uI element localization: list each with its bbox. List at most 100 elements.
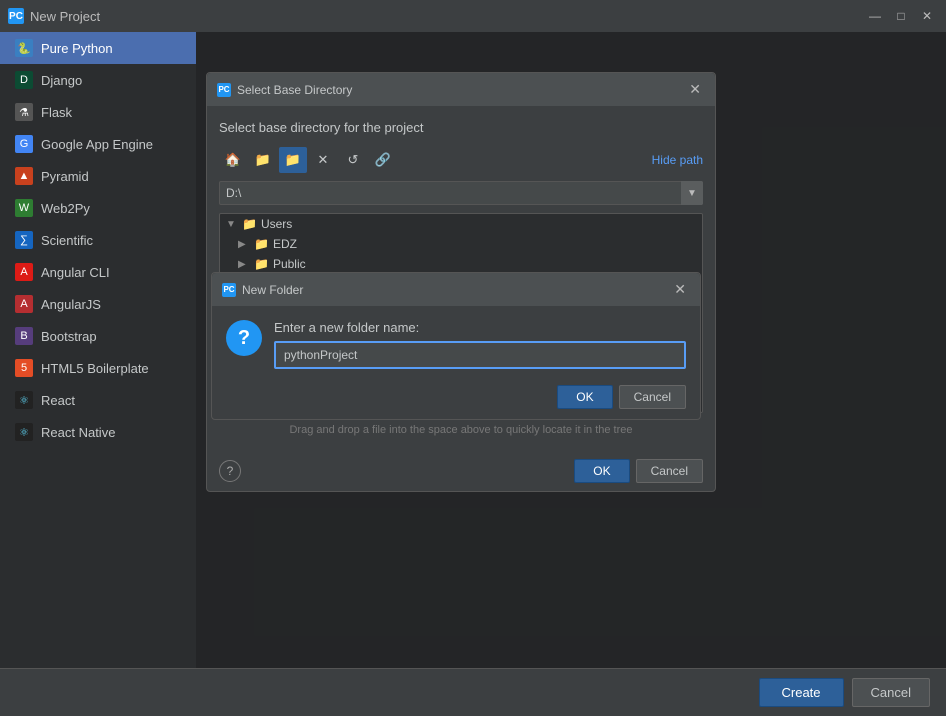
- maximize-button[interactable]: □: [890, 5, 912, 27]
- sidebar-item-scientific[interactable]: ∑ Scientific: [0, 224, 196, 256]
- new-folder-body: ? Enter a new folder name:: [212, 306, 700, 379]
- tree-arrow-users: ▼: [226, 219, 238, 230]
- sidebar-item-pure-python[interactable]: 🐍 Pure Python: [0, 32, 196, 64]
- dialog-select-base-subtitle: Select base directory for the project: [219, 118, 703, 139]
- new-folder-input[interactable]: [274, 341, 686, 369]
- window-title: New Project: [30, 9, 100, 24]
- bootstrap-icon: B: [15, 327, 33, 345]
- new-folder-content: ? Enter a new folder name:: [226, 320, 686, 369]
- sidebar-label-flask: Flask: [41, 105, 72, 120]
- path-input[interactable]: [219, 181, 703, 205]
- dialog-title-left: PC Select Base Directory: [217, 83, 352, 97]
- dialog-toolbar: 🏠 📁 📁 ✕ ↺ 🔗 Hide path: [219, 147, 703, 173]
- dialog-select-base-title: Select Base Directory: [237, 83, 352, 97]
- tree-arrow-edz: ▶: [238, 239, 250, 250]
- main-panel: PC Select Base Directory ✕ Select base d…: [196, 32, 946, 668]
- new-folder-toolbar-button[interactable]: 📁: [279, 147, 307, 173]
- new-folder-footer: OK Cancel: [212, 379, 700, 419]
- bottom-bar: Create Cancel: [0, 668, 946, 716]
- create-button[interactable]: Create: [759, 678, 844, 707]
- new-folder-title-left: PC New Folder: [222, 283, 303, 297]
- gae-icon: G: [15, 135, 33, 153]
- web2py-icon: W: [15, 199, 33, 217]
- tree-label-users: Users: [261, 217, 292, 231]
- angularjs-icon: A: [15, 295, 33, 313]
- title-bar-controls: — □ ✕: [864, 5, 938, 27]
- dialog-ok-button[interactable]: OK: [574, 459, 629, 483]
- tree-item-public[interactable]: ▶ 📁 Public: [220, 254, 702, 274]
- sidebar-item-django[interactable]: D Django: [0, 64, 196, 96]
- dialog-action-buttons: OK Cancel: [574, 459, 703, 483]
- path-row: ▼: [219, 181, 703, 205]
- tree-item-edz[interactable]: ▶ 📁 EDZ: [220, 234, 702, 254]
- main-window: PC New Project — □ ✕ 🐍 Pure Python D Dja…: [0, 0, 946, 716]
- sidebar-item-google-app-engine[interactable]: G Google App Engine: [0, 128, 196, 160]
- tree-arrow-public: ▶: [238, 259, 250, 270]
- path-dropdown-button[interactable]: ▼: [681, 181, 703, 205]
- sidebar-item-web2py[interactable]: W Web2Py: [0, 192, 196, 224]
- folder-icon-users: 📁: [242, 217, 257, 231]
- sidebar-item-angularjs[interactable]: A AngularJS: [0, 288, 196, 320]
- dialog-select-base-footer: ? OK Cancel: [207, 451, 715, 491]
- new-folder-ok-button[interactable]: OK: [557, 385, 612, 409]
- minimize-button[interactable]: —: [864, 5, 886, 27]
- tree-label-public: Public: [273, 257, 306, 271]
- dialog-select-base-close[interactable]: ✕: [685, 79, 705, 100]
- sidebar-label-web2py: Web2Py: [41, 201, 90, 216]
- sidebar-item-pyramid[interactable]: ▲ Pyramid: [0, 160, 196, 192]
- delete-button[interactable]: ✕: [309, 147, 337, 173]
- refresh-button[interactable]: ↺: [339, 147, 367, 173]
- close-button[interactable]: ✕: [916, 5, 938, 27]
- flask-icon: ⚗: [15, 103, 33, 121]
- django-icon: D: [15, 71, 33, 89]
- new-folder-titlebar: PC New Folder ✕: [212, 273, 700, 306]
- question-icon: ?: [226, 320, 262, 356]
- new-folder-right: Enter a new folder name:: [274, 320, 686, 369]
- react-icon: ⚛: [15, 391, 33, 409]
- help-button[interactable]: ?: [219, 460, 241, 482]
- home-button[interactable]: 🏠: [219, 147, 247, 173]
- main-cancel-button[interactable]: Cancel: [852, 678, 930, 707]
- link-button[interactable]: 🔗: [369, 147, 397, 173]
- python-icon: 🐍: [15, 39, 33, 57]
- drag-hint: Drag and drop a file into the space abov…: [219, 421, 703, 439]
- sidebar-label-django: Django: [41, 73, 82, 88]
- title-bar: PC New Project — □ ✕: [0, 0, 946, 32]
- dialog-select-base-titlebar: PC Select Base Directory ✕: [207, 73, 715, 106]
- sidebar-item-flask[interactable]: ⚗ Flask: [0, 96, 196, 128]
- tree-label-edz: EDZ: [273, 237, 297, 251]
- sidebar-item-html5-boilerplate[interactable]: 5 HTML5 Boilerplate: [0, 352, 196, 384]
- sidebar: 🐍 Pure Python D Django ⚗ Flask G Google …: [0, 32, 196, 668]
- path-input-wrap: ▼: [219, 181, 703, 205]
- pyramid-icon: ▲: [15, 167, 33, 185]
- dialog-new-folder: PC New Folder ✕ ? Enter a new folder nam…: [211, 272, 701, 420]
- sidebar-label-scientific: Scientific: [41, 233, 93, 248]
- dialog-cancel-button[interactable]: Cancel: [636, 459, 703, 483]
- sidebar-label-gae: Google App Engine: [41, 137, 153, 152]
- folder-icon-edz: 📁: [254, 237, 269, 251]
- scientific-icon: ∑: [15, 231, 33, 249]
- sidebar-label-pure-python: Pure Python: [41, 41, 113, 56]
- folder-icon-public: 📁: [254, 257, 269, 271]
- sidebar-item-bootstrap[interactable]: B Bootstrap: [0, 320, 196, 352]
- sidebar-label-angular-cli: Angular CLI: [41, 265, 110, 280]
- sidebar-label-react-native: React Native: [41, 425, 115, 440]
- app-icon: PC: [8, 8, 24, 24]
- folder-button[interactable]: 📁: [249, 147, 277, 173]
- react-native-icon: ⚛: [15, 423, 33, 441]
- html5-icon: 5: [15, 359, 33, 377]
- new-folder-prompt: Enter a new folder name:: [274, 320, 686, 335]
- sidebar-label-bootstrap: Bootstrap: [41, 329, 97, 344]
- sidebar-item-angular-cli[interactable]: A Angular CLI: [0, 256, 196, 288]
- hide-path-button[interactable]: Hide path: [652, 153, 703, 167]
- sidebar-item-react-native[interactable]: ⚛ React Native: [0, 416, 196, 448]
- angular-icon: A: [15, 263, 33, 281]
- tree-item-users[interactable]: ▼ 📁 Users: [220, 214, 702, 234]
- content-area: 🐍 Pure Python D Django ⚗ Flask G Google …: [0, 32, 946, 668]
- new-folder-app-icon: PC: [222, 283, 236, 297]
- new-folder-close-button[interactable]: ✕: [670, 279, 690, 300]
- dialog-app-icon: PC: [217, 83, 231, 97]
- new-folder-cancel-button[interactable]: Cancel: [619, 385, 686, 409]
- sidebar-item-react[interactable]: ⚛ React: [0, 384, 196, 416]
- sidebar-label-react: React: [41, 393, 75, 408]
